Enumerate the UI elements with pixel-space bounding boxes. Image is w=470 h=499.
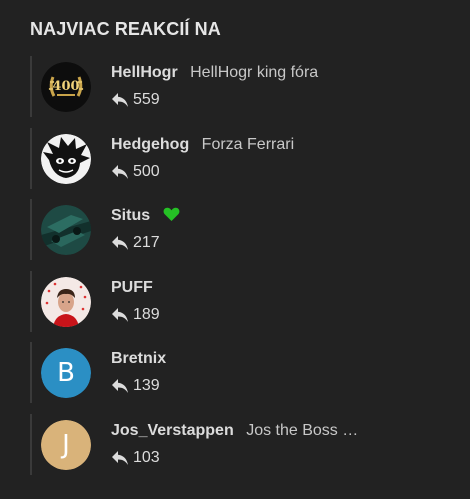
avatar-letter: B: [41, 348, 91, 398]
reply-count: 139: [111, 377, 160, 395]
reply-count: 500: [111, 163, 160, 181]
green-heart-icon: [163, 207, 179, 221]
reply-count-value: 139: [133, 377, 160, 394]
reply-count: 103: [111, 449, 160, 467]
avatar[interactable]: J: [41, 419, 91, 470]
reply-count: 189: [111, 306, 160, 324]
race-car-icon: [41, 205, 91, 255]
avatar[interactable]: [41, 133, 91, 184]
hedgehog-icon: [41, 133, 91, 184]
list-item: PUFF 189: [30, 270, 450, 332]
reply-icon: [112, 379, 128, 393]
username[interactable]: HellHogr: [111, 64, 178, 81]
list-item: B Bretnix 139: [30, 342, 450, 403]
reply-count: 559: [111, 91, 160, 109]
widget-title: NAJVIAC REAKCIÍ NA: [30, 19, 221, 39]
reply-icon: [112, 164, 128, 179]
avatar-letter: J: [41, 419, 91, 470]
reply-count-value: 189: [133, 305, 160, 323]
username[interactable]: PUFF: [111, 279, 153, 296]
user-title: Forza Ferrari: [201, 135, 295, 153]
avatar[interactable]: [41, 205, 91, 255]
reply-count: 217: [111, 234, 160, 252]
username[interactable]: Jos_Verstappen: [111, 422, 234, 439]
driver-portrait-icon: [41, 276, 91, 327]
user-list: 400 HellHogr HellHogr king fóra 559 Hedg…: [30, 56, 450, 485]
name-line: Bretnix: [111, 350, 166, 368]
user-title: Jos the Boss …: [246, 421, 359, 439]
avatar[interactable]: 400: [41, 62, 91, 112]
user-title: HellHogr king fóra: [190, 64, 319, 81]
reply-icon: [112, 450, 128, 465]
username[interactable]: Situs: [111, 207, 150, 224]
name-line: PUFF: [111, 279, 153, 297]
name-line: Jos_Verstappen Jos the Boss …: [111, 422, 358, 440]
username[interactable]: Hedgehog: [111, 136, 189, 153]
reply-icon: [112, 236, 128, 250]
list-item: Situs 217: [30, 199, 450, 260]
laurel-400-icon: 400: [41, 62, 91, 112]
reply-count-value: 559: [133, 91, 160, 108]
avatar[interactable]: [41, 276, 91, 327]
reply-icon: [112, 307, 128, 322]
reply-count-value: 500: [133, 162, 160, 180]
reply-icon: [112, 93, 128, 107]
name-line: HellHogr HellHogr king fóra: [111, 64, 318, 82]
avatar[interactable]: B: [41, 348, 91, 398]
list-item: 400 HellHogr HellHogr king fóra 559: [30, 56, 450, 117]
reply-count-value: 217: [133, 234, 160, 251]
list-item: Hedgehog Forza Ferrari 500: [30, 127, 450, 189]
name-line: Hedgehog Forza Ferrari: [111, 136, 294, 154]
list-item: J Jos_Verstappen Jos the Boss … 103: [30, 413, 450, 475]
svg-text:400: 400: [52, 79, 79, 94]
top-reactions-widget: NAJVIAC REAKCIÍ NA 400 HellHogr HellHogr…: [0, 0, 470, 499]
username[interactable]: Bretnix: [111, 350, 166, 367]
name-line: Situs: [111, 207, 180, 225]
reply-count-value: 103: [133, 448, 160, 466]
